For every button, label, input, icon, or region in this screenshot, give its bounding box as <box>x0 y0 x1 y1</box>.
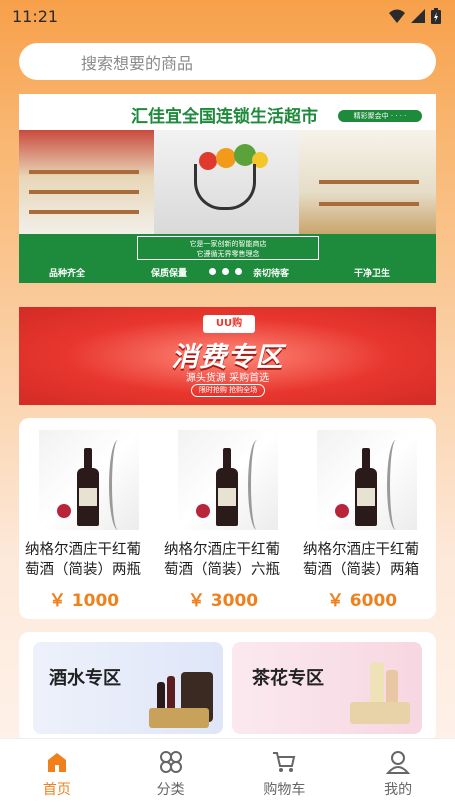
banner-carousel[interactable]: 汇佳宜全国连锁生活超市 精彩聚会中 · · · · 它是一家创新的智能商店 它遵… <box>19 94 436 283</box>
banner-title: 汇佳宜全国连锁生活超市 <box>131 107 318 127</box>
zone-tea[interactable]: 茶花专区 <box>232 642 422 734</box>
category-zones: 酒水专区 茶花专区 <box>19 632 436 742</box>
battery-icon <box>431 8 441 24</box>
promo-badge: UU购 <box>203 315 255 333</box>
profile-icon <box>385 751 411 774</box>
product-name: 纳格尔酒庄干红葡 萄酒（简装）两箱 <box>303 542 419 578</box>
tab-label: 购物车 <box>263 782 306 798</box>
cosmetics-graphic <box>350 662 410 724</box>
banner-foot-left: 品种齐全 <box>49 269 86 279</box>
banner-slogan-2: 它遵循无界零售理念 <box>196 250 260 258</box>
wine-products-graphic <box>149 672 213 728</box>
cart-icon <box>273 752 296 772</box>
product-price: ￥ 3000 <box>187 591 259 611</box>
banner-slogan-box: 它是一家创新的智能商店 它遵循无界零售理念 <box>137 236 319 260</box>
banner-foot-mid: 保质保量 <box>151 269 188 279</box>
store-shelves-image <box>299 130 436 234</box>
search-input[interactable]: 搜索想要的商品 <box>19 43 436 80</box>
tab-home[interactable]: 首页 <box>0 739 114 809</box>
carousel-dot[interactable] <box>209 268 216 275</box>
carousel-dot[interactable] <box>222 268 229 275</box>
product-list: 纳格尔酒庄干红葡 萄酒（简装）两瓶 ￥ 1000 纳格尔酒庄干红葡 萄酒（简装）… <box>19 418 436 619</box>
search-placeholder: 搜索想要的商品 <box>81 53 194 73</box>
promo-subtitle: 源头货源 采购首选 <box>185 373 270 384</box>
zone-label: 酒水专区 <box>49 668 121 689</box>
status-icons <box>389 8 441 24</box>
promo-banner[interactable]: UU购 消费专区 源头货源 采购首选 限时抢购 抢购全场 <box>19 307 436 405</box>
carousel-dot[interactable] <box>235 268 242 275</box>
wine-bottle-image <box>178 430 278 530</box>
signal-icon <box>411 9 425 23</box>
wine-bottle-image <box>39 430 139 530</box>
banner-foot-right: 干净卫生 <box>354 269 391 279</box>
banner-slogan-1: 它是一家创新的智能商店 <box>189 240 267 248</box>
product-name: 纳格尔酒庄干红葡 萄酒（简装）两瓶 <box>25 542 141 578</box>
product-price: ￥ 6000 <box>326 591 398 611</box>
store-interior-image <box>19 130 154 234</box>
category-icon <box>159 751 182 773</box>
product-price: ￥ 1000 <box>48 591 120 611</box>
promo-pill: 限时抢购 抢购全场 <box>191 384 265 397</box>
wifi-icon <box>389 9 405 23</box>
wine-bottle-image <box>317 430 417 530</box>
status-time: 11:21 <box>12 6 59 26</box>
banner-tag: 精彩聚会中 · · · · <box>338 110 422 122</box>
banner-foot-mid2: 亲切待客 <box>253 269 290 279</box>
tab-category[interactable]: 分类 <box>114 739 228 809</box>
bottom-tab-bar: 首页 分类 购物车 我的 <box>0 738 455 809</box>
tab-label: 我的 <box>384 782 413 798</box>
tab-label: 分类 <box>156 782 185 798</box>
tab-label: 首页 <box>42 782 71 798</box>
home-icon <box>47 753 66 772</box>
tab-profile[interactable]: 我的 <box>341 739 455 809</box>
carousel-dots[interactable] <box>209 268 242 275</box>
banner-header: 汇佳宜全国连锁生活超市 精彩聚会中 · · · · <box>19 94 436 130</box>
product-name: 纳格尔酒庄干红葡 萄酒（简装）六瓶 <box>164 542 280 578</box>
zone-label: 茶花专区 <box>252 668 324 689</box>
tab-cart[interactable]: 购物车 <box>228 739 342 809</box>
status-bar: 11:21 <box>0 0 455 32</box>
zone-wine[interactable]: 酒水专区 <box>33 642 223 734</box>
